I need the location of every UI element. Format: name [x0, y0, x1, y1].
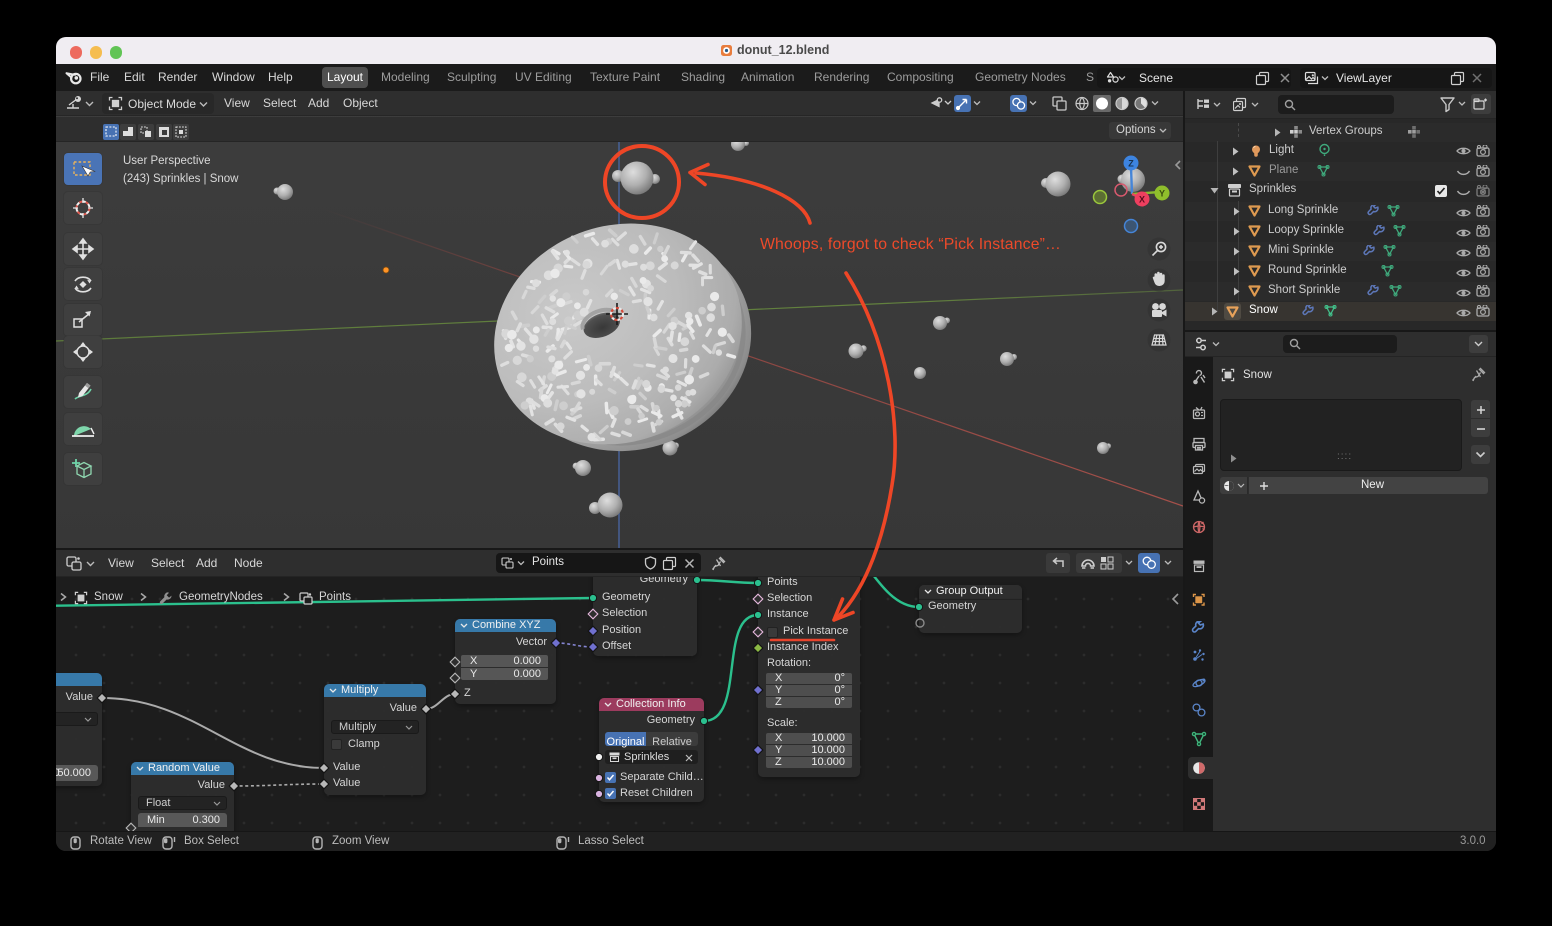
svg-text:X: X [1139, 195, 1145, 205]
svg-text:Z: Z [1128, 159, 1134, 169]
svg-text:Y: Y [1159, 189, 1165, 199]
svg-text:User Perspective: User Perspective [123, 155, 211, 167]
svg-text:(243) Sprinkles | Snow: (243) Sprinkles | Snow [123, 173, 239, 185]
